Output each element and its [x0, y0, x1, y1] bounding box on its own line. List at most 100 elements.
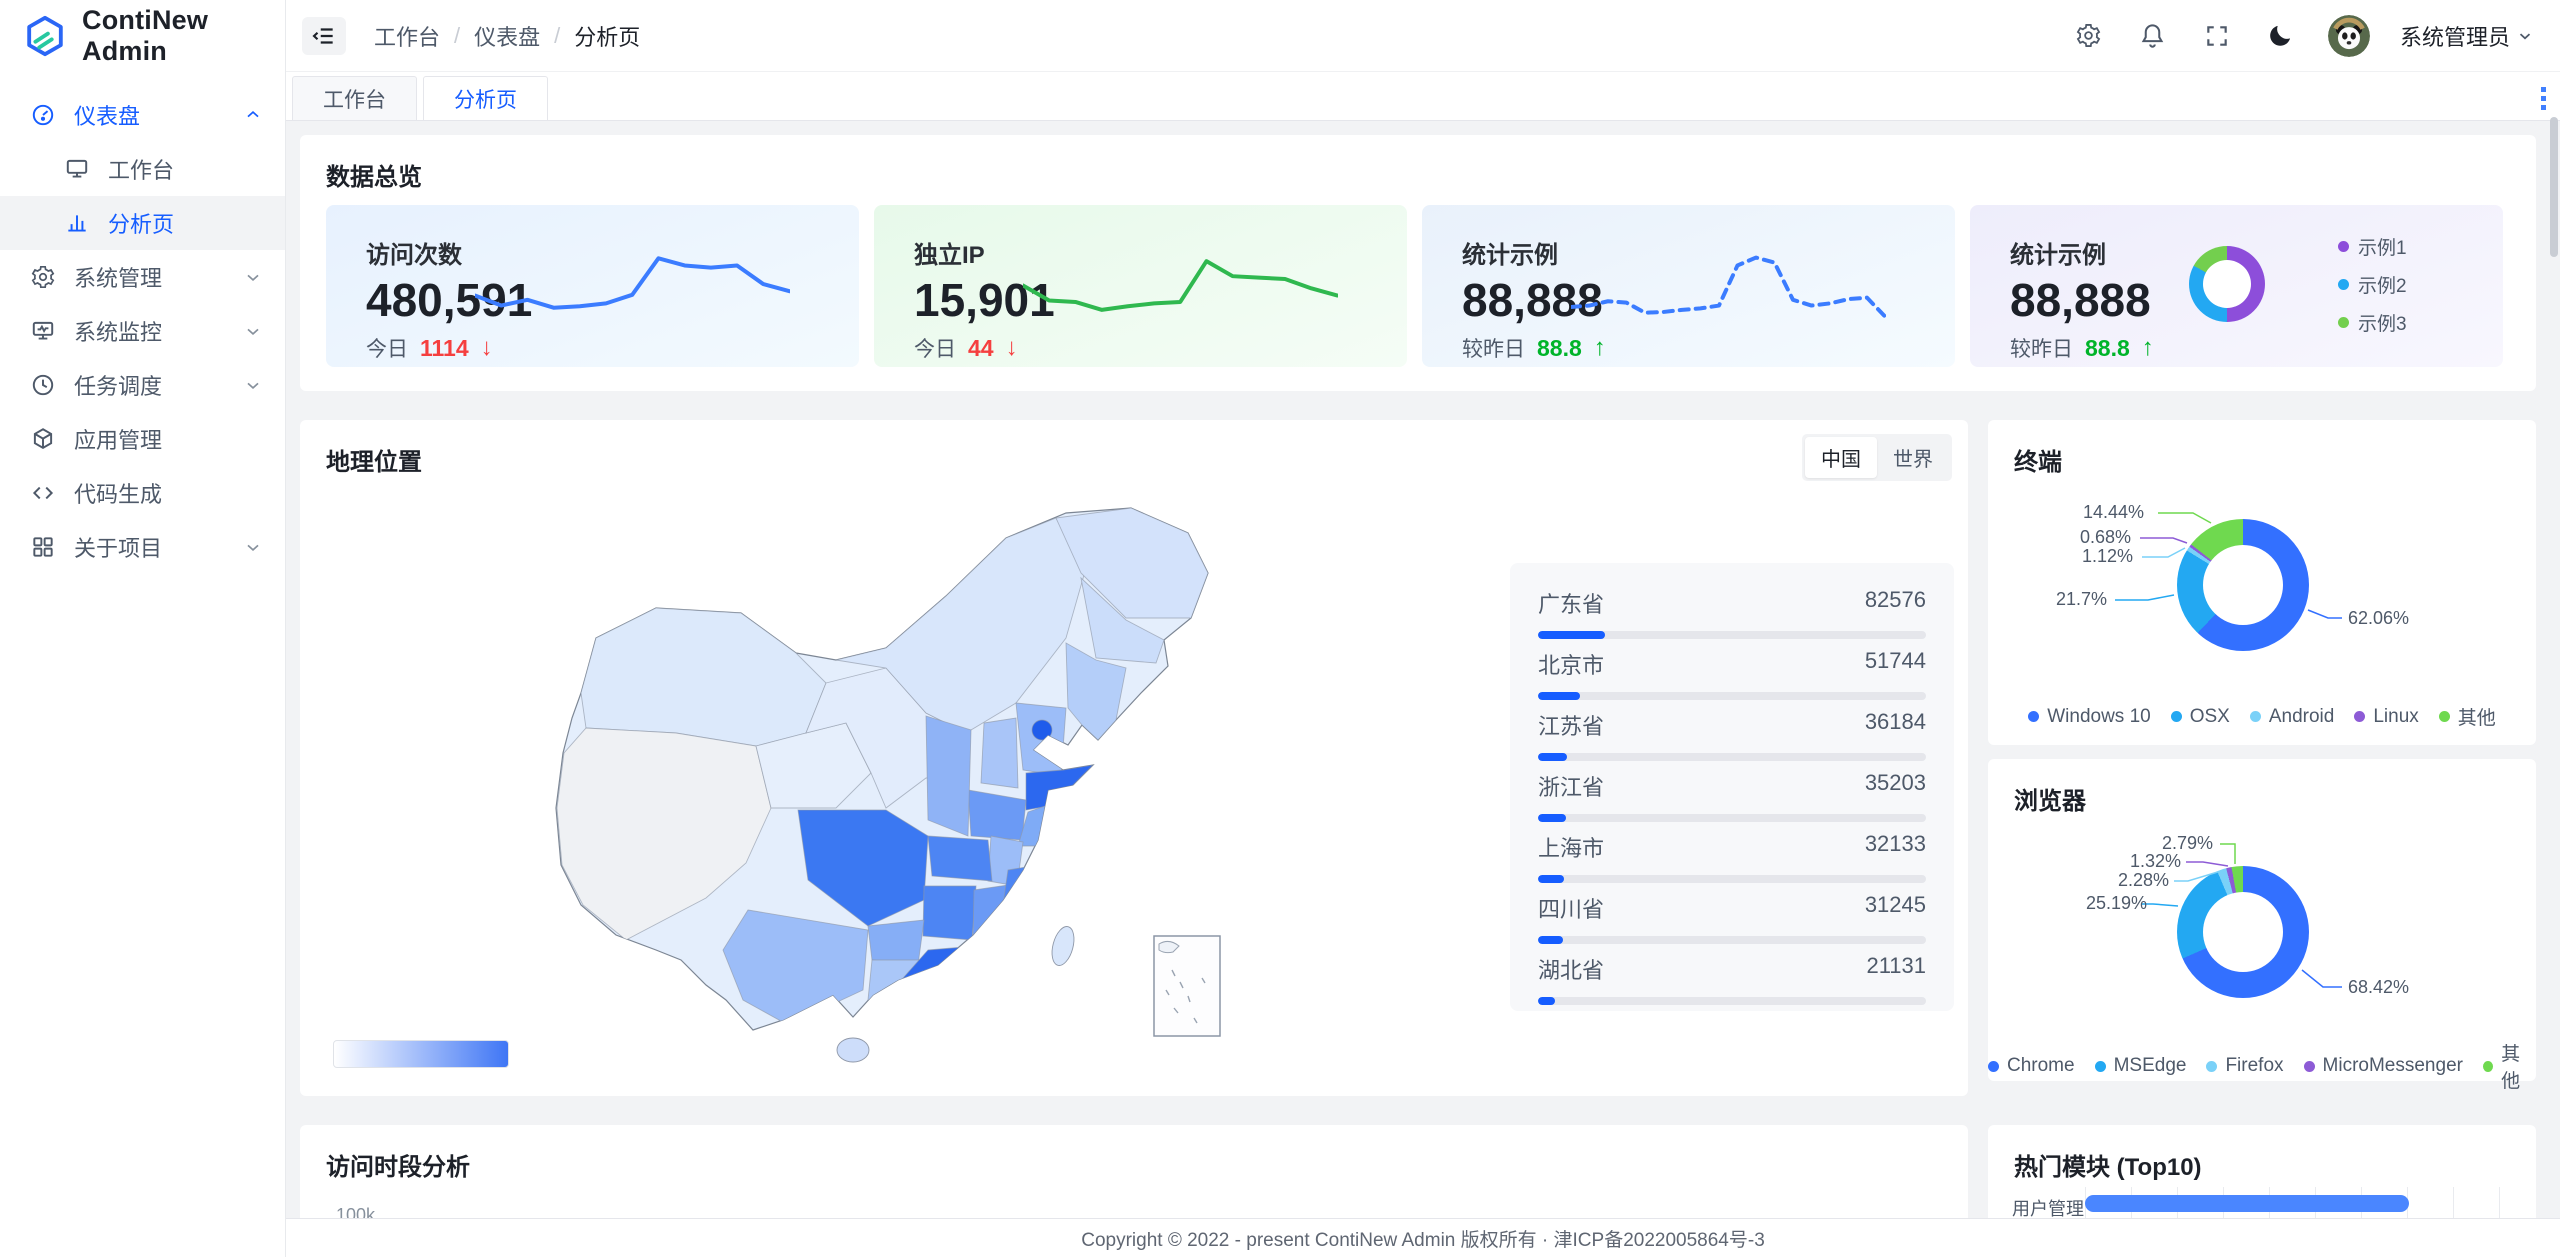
fullscreen-icon[interactable]	[2200, 19, 2234, 53]
stat-delta: 44	[968, 335, 994, 362]
breadcrumb-separator: /	[454, 23, 460, 49]
sidebar-item-system-monitor[interactable]: 系统监控	[0, 304, 285, 358]
breadcrumb: 工作台 / 仪表盘 / 分析页	[374, 20, 640, 52]
stat-sub-label: 较昨日	[2010, 333, 2073, 363]
bar-chart-icon	[64, 210, 90, 236]
map-scope-toggle: 中国 世界	[1802, 434, 1952, 481]
tab-workbench[interactable]: 工作台	[292, 76, 417, 120]
chevron-down-icon	[2516, 27, 2534, 45]
terminal-donut-chart	[2177, 519, 2309, 651]
vertical-scrollbar[interactable]	[2550, 117, 2558, 257]
toggle-world[interactable]: 世界	[1877, 437, 1949, 478]
legend-item[interactable]: 示例2	[2338, 271, 2407, 298]
breadcrumb-dashboard[interactable]: 仪表盘	[474, 20, 540, 52]
copyright-text: Copyright © 2022 - present ContiNew Admi…	[1081, 1225, 1765, 1252]
breadcrumb-workbench[interactable]: 工作台	[374, 20, 440, 52]
settings-icon[interactable]	[2072, 19, 2106, 53]
pie-label: 1.32%	[2130, 851, 2181, 872]
sidebar: ContiNew Admin 仪表盘 工作台 分析页 系统管理 系统监控 任务调	[0, 0, 286, 1257]
stat-sub-label: 今日	[366, 333, 408, 363]
user-menu[interactable]: 系统管理员	[2400, 20, 2534, 52]
app-logo-row[interactable]: ContiNew Admin	[0, 0, 285, 72]
pie-label: 25.19%	[2086, 893, 2147, 914]
stat-sub-label: 今日	[914, 333, 956, 363]
sidebar-item-about-project[interactable]: 关于项目	[0, 520, 285, 574]
province-ranking-panel: 广东省82576 北京市51744 江苏省36184 浙江省35203 上海市3…	[1510, 563, 1954, 1011]
bell-icon[interactable]	[2136, 19, 2170, 53]
arrow-up-icon: ↑	[2142, 334, 2154, 362]
legend-item[interactable]: MicroMessenger	[2304, 1039, 2463, 1093]
arrow-up-icon: ↑	[1594, 334, 1606, 362]
legend-item[interactable]: 示例1	[2338, 233, 2407, 260]
app-logo-icon	[22, 13, 68, 59]
pie-label: 21.7%	[2056, 589, 2107, 610]
chevron-down-icon	[243, 537, 263, 557]
chevron-up-icon	[243, 105, 263, 125]
province-name: 浙江省	[1538, 770, 1604, 802]
stat-delta: 88.8	[1537, 335, 1582, 362]
legend-item[interactable]: 其他	[2439, 703, 2496, 730]
sidebar-item-app-management[interactable]: 应用管理	[0, 412, 285, 466]
stat-delta: 88.8	[2085, 335, 2130, 362]
sidebar-collapse-button[interactable]	[302, 17, 346, 55]
tab-analysis[interactable]: 分析页	[423, 76, 548, 120]
browser-card: 浏览器 2.79% 1.32% 2.28% 25.19% 68.42% Chro…	[1988, 759, 2536, 1081]
province-name: 广东省	[1538, 587, 1604, 619]
sidebar-item-label: 代码生成	[74, 477, 263, 509]
sidebar-item-label: 任务调度	[74, 369, 225, 401]
sidebar-item-analysis[interactable]: 分析页	[0, 196, 285, 250]
legend-item[interactable]: Windows 10	[2028, 703, 2151, 730]
map-color-scale	[333, 1040, 509, 1068]
stat-title: 统计示例	[1462, 235, 1558, 270]
province-row: 北京市51744	[1538, 648, 1926, 709]
province-row: 湖北省 21131	[1538, 953, 1926, 1014]
sidebar-item-dashboard[interactable]: 仪表盘	[0, 88, 285, 142]
legend-item[interactable]: OSX	[2171, 703, 2230, 730]
pie-label: 68.42%	[2348, 977, 2409, 998]
province-value: 21131	[1866, 953, 1926, 985]
sidebar-item-workbench[interactable]: 工作台	[0, 142, 285, 196]
province-name: 江苏省	[1538, 709, 1604, 741]
legend-item[interactable]: 示例3	[2338, 309, 2407, 336]
tab-more-menu-icon[interactable]	[2541, 87, 2546, 110]
toggle-china[interactable]: 中国	[1805, 437, 1877, 478]
legend-item[interactable]: Firefox	[2206, 1039, 2283, 1093]
cube-icon	[30, 426, 56, 452]
section-title: 地理位置	[326, 442, 422, 477]
stat-card-example-line: 统计示例 88,888 较昨日88.8↑	[1422, 205, 1955, 367]
province-name: 湖北省	[1538, 953, 1604, 985]
province-value: 51744	[1865, 648, 1926, 680]
avatar[interactable]	[2328, 15, 2370, 57]
legend-item[interactable]: 其他	[2483, 1039, 2536, 1093]
grid-icon	[30, 534, 56, 560]
pie-label: 0.68%	[2080, 527, 2131, 548]
province-row: 上海市32133	[1538, 831, 1926, 892]
sidebar-item-label: 仪表盘	[74, 99, 225, 131]
sidebar-item-label: 关于项目	[74, 531, 225, 563]
china-map-chart[interactable]	[326, 478, 1490, 1090]
dark-mode-icon[interactable]	[2264, 19, 2298, 53]
desktop-icon	[64, 156, 90, 182]
legend-item[interactable]: MSEdge	[2095, 1039, 2187, 1093]
ip-sparkline-chart	[1023, 247, 1337, 331]
sidebar-item-task-scheduler[interactable]: 任务调度	[0, 358, 285, 412]
arrow-down-icon: ↓	[1006, 334, 1018, 362]
legend-item[interactable]: Android	[2250, 703, 2335, 730]
province-row: 广东省 82576	[1538, 587, 1926, 648]
sidebar-item-system-management[interactable]: 系统管理	[0, 250, 285, 304]
sidebar-item-label: 应用管理	[74, 423, 263, 455]
province-value: 82576	[1865, 587, 1926, 619]
breadcrumb-analysis[interactable]: 分析页	[574, 20, 640, 52]
section-title: 访问时段分析	[326, 1147, 470, 1182]
data-overview-card: 数据总览 访问次数 480,591 今日1114↓ 独立IP 15,901 今日…	[300, 135, 2536, 391]
sidebar-item-code-generation[interactable]: 代码生成	[0, 466, 285, 520]
legend-item[interactable]: Chrome	[1988, 1039, 2075, 1093]
page-footer: Copyright © 2022 - present ContiNew Admi…	[286, 1218, 2560, 1257]
chevron-down-icon	[243, 267, 263, 287]
monitor-pulse-icon	[30, 318, 56, 344]
pie-label: 1.12%	[2082, 546, 2133, 567]
legend-item[interactable]: Linux	[2354, 703, 2418, 730]
top-header: 工作台 / 仪表盘 / 分析页 系统管理员	[286, 0, 2560, 72]
chevron-down-icon	[243, 321, 263, 341]
province-row: 浙江省35203	[1538, 770, 1926, 831]
